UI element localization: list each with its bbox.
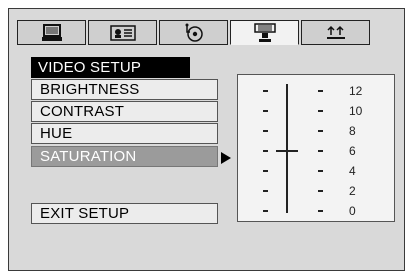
audio-disc-icon bbox=[185, 23, 203, 42]
tick-mark-left bbox=[263, 170, 268, 172]
tab-speaker[interactable] bbox=[301, 20, 370, 45]
tick-mark-right bbox=[318, 190, 323, 192]
tick-label: 0 bbox=[349, 204, 356, 218]
tick-mark-right bbox=[318, 150, 323, 152]
tick-label: 2 bbox=[349, 184, 356, 198]
video-camera-icon bbox=[253, 22, 276, 42]
menu-item-contrast[interactable]: CONTRAST bbox=[31, 101, 218, 122]
tick-mark-left bbox=[263, 150, 268, 152]
tick-mark-right bbox=[318, 170, 323, 172]
tick-mark-right bbox=[318, 130, 323, 132]
slider-thumb[interactable] bbox=[276, 150, 298, 152]
tab-audio[interactable] bbox=[159, 20, 228, 45]
tick-label: 10 bbox=[349, 104, 363, 118]
tick-mark-left bbox=[263, 210, 268, 212]
tick-label: 4 bbox=[349, 164, 356, 178]
speaker-settings-icon bbox=[326, 25, 345, 39]
selection-arrow-icon bbox=[221, 152, 231, 164]
tab-language[interactable] bbox=[88, 20, 157, 45]
tick-mark-right bbox=[318, 90, 323, 92]
tick-mark-left bbox=[263, 190, 268, 192]
setup-tab-bar bbox=[17, 20, 370, 46]
saturation-slider[interactable]: 12 10 8 6 4 2 0 bbox=[237, 74, 395, 222]
tick-label: 6 bbox=[349, 144, 356, 158]
menu-item-saturation[interactable]: SATURATION bbox=[31, 146, 218, 167]
tick-mark-left bbox=[263, 90, 268, 92]
slider-track bbox=[286, 84, 288, 213]
tick-label: 12 bbox=[349, 84, 363, 98]
language-card-icon bbox=[109, 24, 136, 41]
tab-general[interactable] bbox=[17, 20, 86, 45]
tick-mark-left bbox=[263, 110, 268, 112]
menu-item-hue[interactable]: HUE bbox=[31, 123, 218, 144]
tick-mark-right bbox=[318, 210, 323, 212]
tick-mark-right bbox=[318, 110, 323, 112]
menu-item-brightness[interactable]: BRIGHTNESS bbox=[31, 79, 218, 100]
tick-mark-left bbox=[263, 130, 268, 132]
monitor-icon bbox=[41, 23, 62, 41]
tick-label: 8 bbox=[349, 124, 356, 138]
exit-setup-button[interactable]: EXIT SETUP bbox=[31, 203, 218, 224]
menu-title: VIDEO SETUP bbox=[31, 57, 190, 78]
tab-video[interactable] bbox=[230, 20, 299, 45]
